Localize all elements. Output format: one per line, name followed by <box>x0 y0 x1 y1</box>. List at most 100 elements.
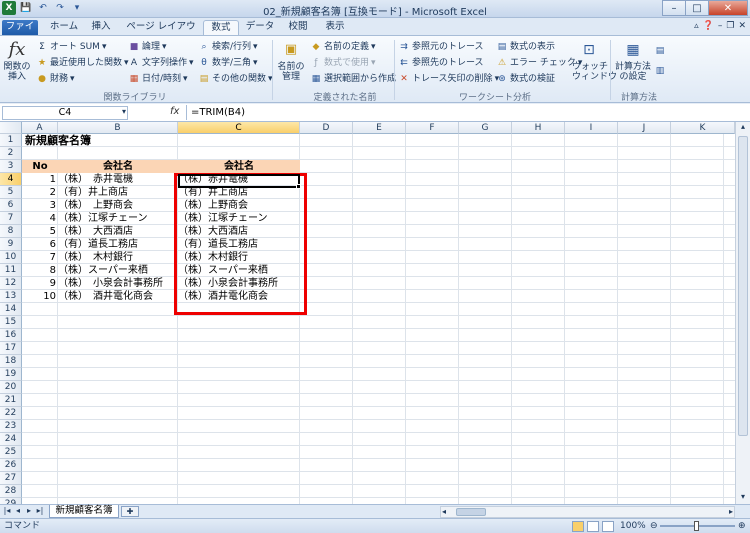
sheet-tab-active[interactable]: 新規顧客名簿 <box>49 505 119 518</box>
column-header-e[interactable]: E <box>353 122 406 134</box>
column-header-j[interactable]: J <box>618 122 671 134</box>
prev-sheet-icon[interactable]: ◂ <box>13 506 23 517</box>
row-header-25[interactable]: 25 <box>0 446 22 459</box>
cell-no[interactable]: 3 <box>22 199 56 212</box>
scroll-right-icon[interactable]: ▸ <box>729 507 733 516</box>
row-header-28[interactable]: 28 <box>0 485 22 498</box>
tab-page-layout[interactable]: ページ レイアウト <box>122 20 200 46</box>
tab-home[interactable]: ホーム <box>44 20 84 35</box>
row-header-24[interactable]: 24 <box>0 433 22 446</box>
cell-no[interactable]: 2 <box>22 186 56 199</box>
select-all-corner[interactable] <box>0 122 22 134</box>
row-header-1[interactable]: 1 <box>0 134 22 147</box>
horizontal-scroll-thumb[interactable] <box>456 508 486 516</box>
cell-company-original[interactable]: （株）スーパー来栖 <box>58 264 148 277</box>
vertical-scroll-thumb[interactable] <box>738 136 748 436</box>
horizontal-scrollbar[interactable]: ◂ ▸ <box>440 506 735 518</box>
workbook-minimize-icon[interactable]: – <box>718 21 723 31</box>
row-header-21[interactable]: 21 <box>0 394 22 407</box>
calculation-options-button[interactable]: ▦ 計算方法 の設定 <box>614 39 652 82</box>
datetime-button[interactable]: ▦ 日付/時刻 ▾ <box>128 72 188 86</box>
column-header-b[interactable]: B <box>58 122 178 134</box>
row-header-8[interactable]: 8 <box>0 225 22 238</box>
scroll-down-icon[interactable]: ▾ <box>737 492 749 504</box>
row-header-4[interactable]: 4 <box>0 173 22 186</box>
text-button[interactable]: A 文字列操作 ▾ <box>128 56 194 70</box>
active-cell-c4[interactable] <box>178 174 300 188</box>
page-break-view-icon[interactable] <box>602 521 614 532</box>
row-header-13[interactable]: 13 <box>0 290 22 303</box>
worksheet-grid[interactable]: A B C D E F G H I J K 1 2 3 4 5 6 7 8 9 10 11 12 13 1… <box>0 122 750 504</box>
row-header-23[interactable]: 23 <box>0 420 22 433</box>
cell-no[interactable]: 9 <box>22 277 56 290</box>
vertical-scrollbar[interactable]: ▴ ▾ <box>735 122 750 504</box>
row-header-5[interactable]: 5 <box>0 186 22 199</box>
financial-button[interactable]: ● 財務 ▾ <box>36 72 74 86</box>
recent-functions-button[interactable]: ★ 最近使用した関数 ▾ <box>36 56 129 70</box>
first-sheet-icon[interactable]: |◂ <box>2 506 12 517</box>
tab-data[interactable]: データ <box>243 20 277 35</box>
cell-company-original[interactable]: （有）道長工務店 <box>58 238 138 251</box>
zoom-level[interactable]: 100% <box>620 519 646 533</box>
row-header-15[interactable]: 15 <box>0 316 22 329</box>
cell-company-original[interactable]: （株） 酒井電化商会 <box>58 290 153 303</box>
tab-review[interactable]: 校閲 <box>283 20 313 35</box>
row-header-6[interactable]: 6 <box>0 199 22 212</box>
row-header-16[interactable]: 16 <box>0 329 22 342</box>
trace-precedents-button[interactable]: ⇉ 参照元のトレース <box>398 40 483 54</box>
zoom-out-icon[interactable]: ⊖ <box>650 519 658 533</box>
row-header-14[interactable]: 14 <box>0 303 22 316</box>
row-header-17[interactable]: 17 <box>0 342 22 355</box>
cell-no[interactable]: 4 <box>22 212 56 225</box>
column-header-i[interactable]: I <box>565 122 618 134</box>
row-header-2[interactable]: 2 <box>0 147 22 160</box>
normal-view-icon[interactable] <box>572 521 584 532</box>
name-box-dropdown-icon[interactable]: ▾ <box>122 107 126 116</box>
lookup-button[interactable]: ⌕ 検索/行列 ▾ <box>198 40 257 54</box>
zoom-slider-thumb[interactable] <box>694 521 699 531</box>
autosum-button[interactable]: Σ オート SUM ▾ <box>36 40 106 54</box>
cell-no[interactable]: 8 <box>22 264 56 277</box>
zoom-in-icon[interactable]: ⊕ <box>738 519 746 533</box>
row-header-18[interactable]: 18 <box>0 355 22 368</box>
row-header-12[interactable]: 12 <box>0 277 22 290</box>
cell-no[interactable]: 6 <box>22 238 56 251</box>
logical-button[interactable]: ■ 論理 ▾ <box>128 40 167 54</box>
row-header-7[interactable]: 7 <box>0 212 22 225</box>
row-header-22[interactable]: 22 <box>0 407 22 420</box>
tab-formulas[interactable]: 数式 <box>203 20 239 35</box>
cell-company-original[interactable]: （株）江塚チェーン <box>58 212 148 225</box>
show-formulas-button[interactable]: ▤ 数式の表示 <box>496 40 555 54</box>
watch-window-button[interactable]: ⊡ ウォッチ ウィンドウ <box>572 39 617 82</box>
calculate-now-button[interactable]: ▤ <box>654 44 666 58</box>
remove-arrows-button[interactable]: ✕ トレース矢印の削除 ▾ <box>398 72 499 86</box>
tab-view[interactable]: 表示 <box>320 20 350 35</box>
cell-company-original[interactable]: （株） 木村銀行 <box>58 251 133 264</box>
evaluate-formula-button[interactable]: ⊛ 数式の検証 <box>496 72 555 86</box>
row-header-20[interactable]: 20 <box>0 381 22 394</box>
cell-company-original[interactable]: （有）井上商店 <box>58 186 128 199</box>
scroll-left-icon[interactable]: ◂ <box>442 507 446 516</box>
workbook-restore-icon[interactable]: ❐ <box>726 21 734 31</box>
create-from-selection-button[interactable]: ▦ 選択範囲から作成 <box>310 72 396 86</box>
define-name-button[interactable]: ◆ 名前の定義 ▾ <box>310 40 376 54</box>
workbook-close-icon[interactable]: ✕ <box>738 21 746 31</box>
cell-company-original[interactable]: （株） 赤井電機 <box>58 173 133 186</box>
insert-function-button[interactable]: fx 関数の 挿入 <box>2 39 32 83</box>
close-button[interactable]: ✕ <box>708 0 748 16</box>
insert-function-fx-icon[interactable]: fx <box>170 106 179 117</box>
name-manager-button[interactable]: ▣ 名前の 管理 <box>276 39 306 82</box>
row-header-27[interactable]: 27 <box>0 472 22 485</box>
help-icon[interactable]: ❓ <box>703 21 714 31</box>
column-header-a[interactable]: A <box>22 122 58 134</box>
scroll-up-icon[interactable]: ▴ <box>737 122 749 134</box>
column-header-k[interactable]: K <box>671 122 735 134</box>
cell-no[interactable]: 7 <box>22 251 56 264</box>
use-in-formula-button[interactable]: ƒ 数式で使用 ▾ <box>310 56 375 70</box>
tab-insert[interactable]: 挿入 <box>86 20 116 35</box>
column-header-h[interactable]: H <box>512 122 565 134</box>
tab-file[interactable]: ファイル <box>2 20 38 46</box>
minimize-button[interactable]: – <box>662 0 686 16</box>
last-sheet-icon[interactable]: ▸| <box>35 506 45 517</box>
error-check-button[interactable]: ⚠ エラー チェック ▾ <box>496 56 582 70</box>
